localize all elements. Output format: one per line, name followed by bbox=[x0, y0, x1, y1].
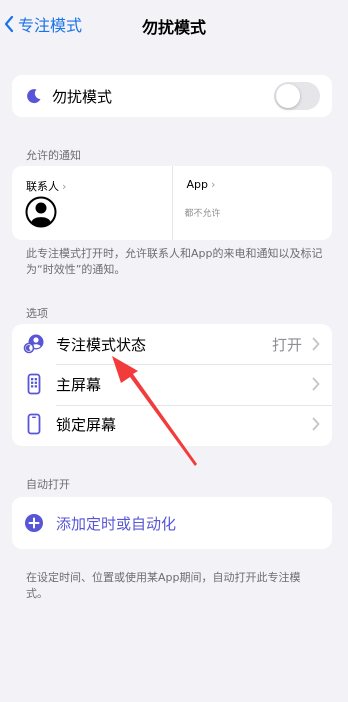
lock-screen-row[interactable]: 锁定屏幕 bbox=[12, 404, 332, 444]
dnd-toggle-switch[interactable] bbox=[274, 82, 320, 110]
auto-section-label: 自动打开 bbox=[26, 478, 70, 491]
dnd-toggle-row: 勿扰模式 bbox=[12, 75, 332, 117]
dnd-label: 勿扰模式 bbox=[52, 87, 113, 106]
focus-status-icon bbox=[22, 332, 46, 356]
lock-screen-label: 锁定屏幕 bbox=[56, 415, 117, 434]
chevron-right-icon bbox=[312, 337, 320, 351]
apps-title-label: App bbox=[186, 178, 209, 191]
focus-status-label: 专注模式状态 bbox=[56, 335, 147, 354]
toggle-knob bbox=[276, 84, 300, 108]
chevron-right-icon: › bbox=[62, 179, 67, 193]
contact-avatar-icon bbox=[25, 196, 57, 228]
add-schedule-label: 添加定时或自动化 bbox=[56, 514, 177, 533]
home-screen-row[interactable]: 主屏幕 bbox=[12, 364, 332, 404]
allowed-section-label: 允许的通知 bbox=[26, 149, 81, 162]
navigation-bar: 专注模式 勿扰模式 bbox=[0, 0, 348, 50]
allowed-footnote: 此专注模式打开时，允许联系人和App的来电和通知以及标记为“时效性”的通知。 bbox=[26, 247, 323, 276]
apps-title[interactable]: App › bbox=[187, 178, 216, 191]
plus-circle-icon bbox=[25, 514, 43, 532]
home-screen-icon bbox=[22, 372, 46, 396]
allowed-notifications-card: 联系人 › App › 都不允许 bbox=[12, 166, 332, 240]
lock-screen-icon bbox=[22, 412, 46, 436]
people-column[interactable]: 联系人 › bbox=[12, 166, 172, 240]
chevron-right-icon bbox=[312, 417, 320, 431]
apps-column[interactable]: App › 都不允许 bbox=[171, 166, 333, 240]
auto-footnote: 在设定时间、位置或使用某App期间，自动打开此专注模式。 bbox=[26, 571, 301, 600]
home-screen-label: 主屏幕 bbox=[56, 375, 102, 394]
add-schedule-row[interactable]: 添加定时或自动化 bbox=[12, 497, 332, 549]
chevron-right-icon: › bbox=[211, 178, 216, 191]
chevron-right-icon bbox=[312, 377, 320, 391]
people-title-label: 联系人 bbox=[26, 180, 59, 193]
options-card: 专注模式状态 打开 主屏幕 锁定屏幕 bbox=[12, 324, 332, 446]
moon-icon bbox=[26, 88, 42, 104]
page-title: 勿扰模式 bbox=[141, 18, 206, 37]
focus-status-row[interactable]: 专注模式状态 打开 bbox=[12, 324, 332, 364]
focus-status-value: 打开 bbox=[271, 335, 302, 354]
apps-subtitle: 都不允许 bbox=[184, 209, 221, 219]
options-section-label: 选项 bbox=[26, 307, 48, 320]
people-title[interactable]: 联系人 › bbox=[26, 178, 66, 194]
